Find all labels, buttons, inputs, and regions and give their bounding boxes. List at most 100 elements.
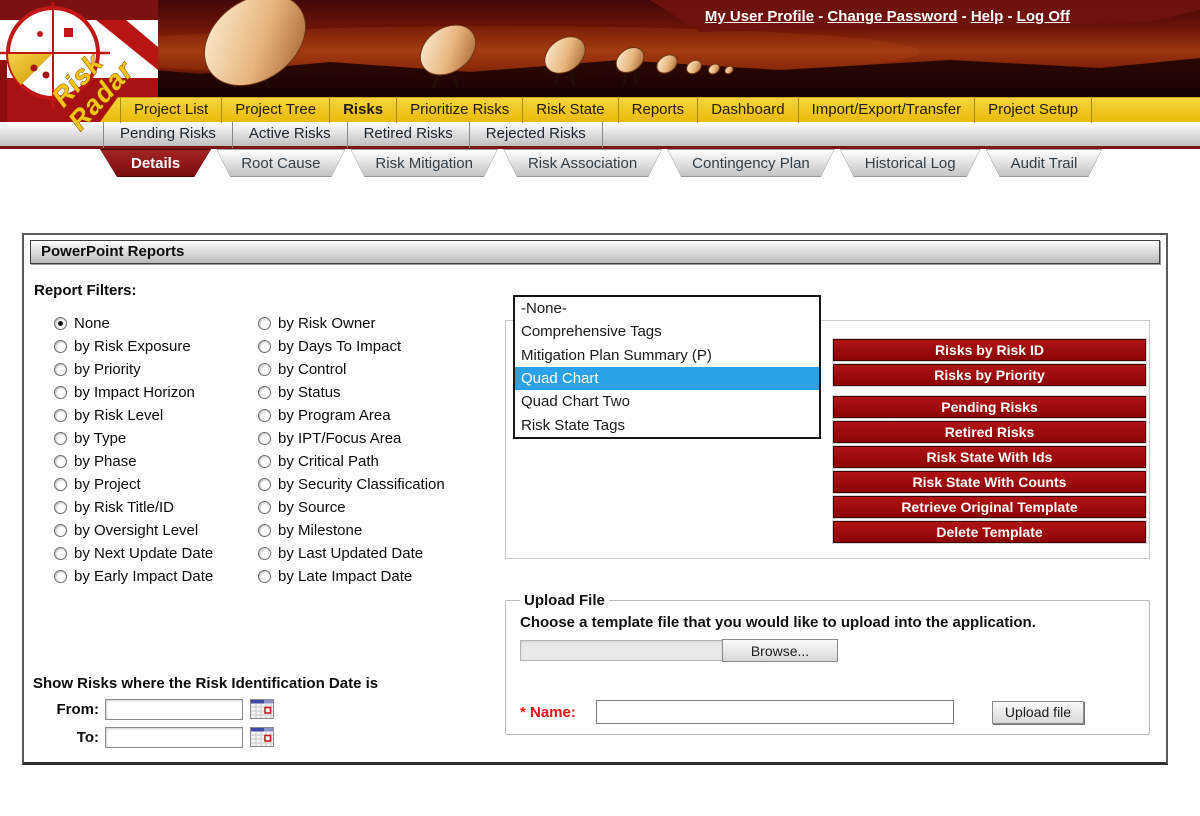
filter-option-by-next-update-date[interactable]: by Next Update Date	[54, 542, 213, 565]
subnav-item-pending-risks[interactable]: Pending Risks	[103, 120, 233, 148]
action-risks-by-risk-id[interactable]: Risks by Risk ID	[833, 339, 1146, 361]
filter-option-by-status[interactable]: by Status	[258, 381, 445, 404]
filter-option-by-security-classification[interactable]: by Security Classification	[258, 473, 445, 496]
filter-option-by-milestone[interactable]: by Milestone	[258, 519, 445, 542]
filter-option-by-risk-title-id[interactable]: by Risk Title/ID	[54, 496, 213, 519]
action-risk-state-with-ids[interactable]: Risk State With Ids	[833, 446, 1146, 468]
radio-label: by Status	[278, 384, 341, 401]
tab-contingency-plan[interactable]: Contingency Plan	[667, 149, 835, 177]
filter-option-by-risk-owner[interactable]: by Risk Owner	[258, 312, 445, 335]
radio-label: by Critical Path	[278, 453, 379, 470]
action-risks-by-priority[interactable]: Risks by Priority	[833, 364, 1146, 386]
user-link-log-off[interactable]: Log Off	[1017, 8, 1070, 25]
nav-item-risks[interactable]: Risks	[330, 97, 398, 123]
nav-item-import-export-transfer[interactable]: Import/Export/Transfer	[799, 97, 976, 123]
tab-face: Risk Mitigation	[351, 150, 497, 176]
action-delete-template[interactable]: Delete Template	[833, 521, 1146, 543]
to-date-row: To:	[33, 727, 378, 748]
filter-option-by-critical-path[interactable]: by Critical Path	[258, 450, 445, 473]
subnav-item-active-risks[interactable]: Active Risks	[233, 120, 348, 148]
radio-icon	[258, 501, 271, 514]
filter-option-by-phase[interactable]: by Phase	[54, 450, 213, 473]
upload-file-button[interactable]: Upload file	[992, 700, 1084, 724]
tab-audit-trail[interactable]: Audit Trail	[986, 149, 1103, 177]
radio-icon	[54, 409, 67, 422]
filter-option-by-priority[interactable]: by Priority	[54, 358, 213, 381]
action-retired-risks[interactable]: Retired Risks	[833, 421, 1146, 443]
tab-root-cause[interactable]: Root Cause	[216, 149, 345, 177]
link-separator: -	[957, 8, 971, 25]
top-banner: My User Profile - Change Password - Help…	[0, 0, 1200, 136]
tab-label: Risk Mitigation	[375, 154, 473, 172]
tab-face: Historical Log	[841, 150, 980, 176]
filter-radio-column-2: by Risk Owner by Days To Impact by Control…	[258, 312, 445, 588]
template-name-input[interactable]	[596, 700, 954, 724]
filter-option-by-control[interactable]: by Control	[258, 358, 445, 381]
action-pending-risks[interactable]: Pending Risks	[833, 396, 1146, 418]
radio-label: by Type	[74, 430, 127, 447]
filter-option-none[interactable]: None	[54, 312, 213, 335]
nav-item-prioritize-risks[interactable]: Prioritize Risks	[397, 97, 524, 123]
tab-face: Risk Association	[504, 150, 661, 176]
nav-item-reports[interactable]: Reports	[619, 97, 699, 123]
nav-item-project-tree[interactable]: Project Tree	[222, 97, 331, 123]
action-retrieve-original-template[interactable]: Retrieve Original Template	[833, 496, 1146, 518]
listbox-option-quad-chart-two[interactable]: Quad Chart Two	[515, 390, 819, 413]
browse-button[interactable]: Browse...	[722, 639, 838, 662]
filter-option-by-risk-exposure[interactable]: by Risk Exposure	[54, 335, 213, 358]
action-risk-state-with-counts[interactable]: Risk State With Counts	[833, 471, 1146, 493]
radio-icon	[54, 570, 67, 583]
filter-option-by-impact-horizon[interactable]: by Impact Horizon	[54, 381, 213, 404]
file-row: Browse...	[520, 639, 1137, 662]
filter-option-by-project[interactable]: by Project	[54, 473, 213, 496]
risk-state-nav: Pending Risks Active Risks Retired Risks Re…	[0, 120, 1200, 149]
file-path-field[interactable]	[520, 640, 722, 661]
from-calendar-button[interactable]	[249, 699, 275, 720]
user-link-my-user-profile[interactable]: My User Profile	[705, 8, 814, 25]
listbox-option-quad-chart[interactable]: Quad Chart	[515, 366, 819, 391]
filter-radio-column-1: None by Risk Exposure by Priority by Impact…	[54, 312, 213, 588]
from-date-input[interactable]	[105, 699, 243, 720]
filter-option-by-risk-level[interactable]: by Risk Level	[54, 404, 213, 427]
tab-risk-mitigation[interactable]: Risk Mitigation	[350, 149, 498, 177]
radio-label: by Project	[74, 476, 141, 493]
nav-item-dashboard[interactable]: Dashboard	[698, 97, 799, 123]
user-link-change-password[interactable]: Change Password	[827, 8, 957, 25]
risk-id-date-section: Show Risks where the Risk Identification…	[33, 675, 378, 748]
subnav-item-rejected-risks[interactable]: Rejected Risks	[470, 120, 603, 148]
tab-historical-log[interactable]: Historical Log	[840, 149, 981, 177]
tab-risk-association[interactable]: Risk Association	[503, 149, 662, 177]
filter-option-by-late-impact-date[interactable]: by Late Impact Date	[258, 565, 445, 588]
filter-option-by-oversight-level[interactable]: by Oversight Level	[54, 519, 213, 542]
filter-option-by-days-to-impact[interactable]: by Days To Impact	[258, 335, 445, 358]
risk-id-date-heading: Show Risks where the Risk Identification…	[33, 675, 379, 692]
user-link-help[interactable]: Help	[971, 8, 1004, 25]
listbox-option-mitigation-plan-summary-p[interactable]: Mitigation Plan Summary (P)	[515, 344, 819, 367]
listbox-option-comprehensive-tags[interactable]: Comprehensive Tags	[515, 320, 819, 343]
radio-label: by Last Updated Date	[278, 545, 424, 562]
radio-icon	[54, 501, 67, 514]
to-calendar-button[interactable]	[249, 727, 275, 748]
tab-label: Contingency Plan	[692, 154, 810, 172]
filter-option-by-type[interactable]: by Type	[54, 427, 213, 450]
radio-label: by Early Impact Date	[74, 568, 214, 585]
filter-option-by-ipt-focus-area[interactable]: by IPT/Focus Area	[258, 427, 445, 450]
nav-item-project-list[interactable]: Project List	[120, 97, 223, 123]
filter-option-by-program-area[interactable]: by Program Area	[258, 404, 445, 427]
nav-item-risk-state[interactable]: Risk State	[523, 97, 619, 123]
listbox-option-none[interactable]: -None-	[515, 297, 819, 320]
to-date-input[interactable]	[105, 727, 243, 748]
filter-option-by-source[interactable]: by Source	[258, 496, 445, 519]
filter-option-by-early-impact-date[interactable]: by Early Impact Date	[54, 565, 213, 588]
radio-icon	[258, 570, 271, 583]
subnav-item-retired-risks[interactable]: Retired Risks	[348, 120, 470, 148]
radio-icon	[258, 317, 271, 330]
radio-label: by Late Impact Date	[278, 568, 413, 585]
tab-details[interactable]: Details	[100, 149, 211, 177]
nav-item-project-setup[interactable]: Project Setup	[975, 97, 1093, 123]
radio-icon	[258, 547, 271, 560]
panel-title: PowerPoint Reports	[30, 240, 1160, 264]
radio-icon	[54, 317, 67, 330]
filter-option-by-last-updated-date[interactable]: by Last Updated Date	[258, 542, 445, 565]
listbox-option-risk-state-tags[interactable]: Risk State Tags	[515, 414, 819, 437]
